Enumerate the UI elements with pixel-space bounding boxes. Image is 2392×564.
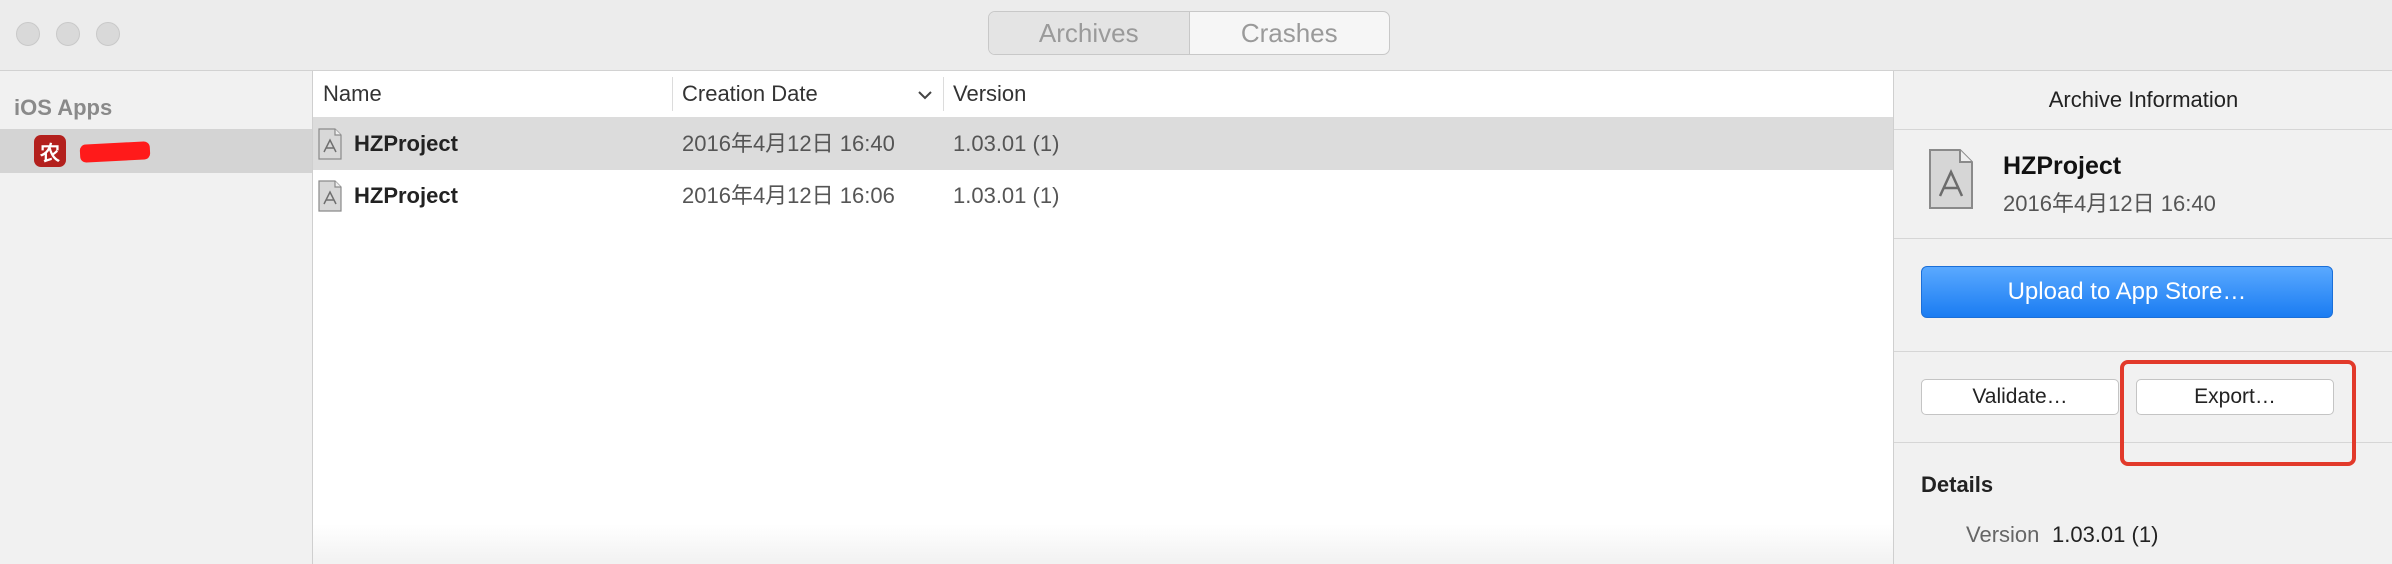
list-header: Name Creation Date Version xyxy=(313,71,1893,118)
column-divider[interactable] xyxy=(943,77,944,111)
details-version-label: Version xyxy=(1966,522,2040,547)
archive-name: HZProject xyxy=(354,183,458,208)
archive-version: 1.03.01 (1) xyxy=(953,183,1060,208)
details-heading: Details xyxy=(1921,472,1994,497)
column-header-creation-date[interactable]: Creation Date xyxy=(682,71,818,117)
archive-file-icon xyxy=(318,128,342,160)
list-bottom-shadow xyxy=(313,524,1893,564)
app-icon: 农 xyxy=(34,135,66,167)
panel-title: Archive Information xyxy=(1894,71,2392,130)
upload-to-app-store-button[interactable]: Upload to App Store… xyxy=(1921,266,2333,318)
sidebar-heading: iOS Apps xyxy=(14,95,113,120)
archive-title: HZProject xyxy=(2003,152,2122,180)
archive-information-panel: Archive Information HZProject 2016年4月12日… xyxy=(1893,71,2392,564)
archive-actions: Validate… Export… xyxy=(1894,352,2392,466)
validate-button[interactable]: Validate… xyxy=(1921,379,2119,415)
archive-list: Name Creation Date Version HZProject 201… xyxy=(313,71,1893,564)
tab-archives[interactable]: Archives xyxy=(989,12,1190,54)
archive-date: 2016年4月12日 16:40 xyxy=(682,131,895,156)
details-version-value: 1.03.01 (1) xyxy=(2052,522,2159,547)
sidebar: iOS Apps 农 xyxy=(0,71,313,564)
column-header-version[interactable]: Version xyxy=(953,71,1026,117)
window-toolbar: Archives Crashes xyxy=(0,0,2392,71)
archive-file-icon xyxy=(318,180,342,212)
sidebar-item-app[interactable]: 农 xyxy=(0,129,312,173)
archive-creation-date: 2016年4月12日 16:40 xyxy=(2003,191,2216,216)
archive-date: 2016年4月12日 16:06 xyxy=(682,183,895,208)
archive-row[interactable]: HZProject 2016年4月12日 16:06 1.03.01 (1) xyxy=(313,170,1893,222)
upload-section: Upload to App Store… xyxy=(1894,239,2392,352)
tab-crashes[interactable]: Crashes xyxy=(1190,12,1390,54)
archive-version: 1.03.01 (1) xyxy=(953,131,1060,156)
zoom-window-button[interactable] xyxy=(96,22,120,46)
close-window-button[interactable] xyxy=(16,22,40,46)
archive-row[interactable]: HZProject 2016年4月12日 16:40 1.03.01 (1) xyxy=(313,118,1893,170)
redaction-mark xyxy=(79,141,151,163)
minimize-window-button[interactable] xyxy=(56,22,80,46)
column-divider[interactable] xyxy=(672,77,673,111)
sort-descending-chevron-icon[interactable] xyxy=(915,85,935,105)
export-button[interactable]: Export… xyxy=(2136,379,2334,415)
archive-summary: HZProject 2016年4月12日 16:40 xyxy=(1894,130,2392,239)
archives-crashes-segmented-control: Archives Crashes xyxy=(988,11,1390,55)
archive-name: HZProject xyxy=(354,131,458,156)
archive-file-icon xyxy=(1929,149,1973,209)
column-header-name[interactable]: Name xyxy=(323,71,382,117)
